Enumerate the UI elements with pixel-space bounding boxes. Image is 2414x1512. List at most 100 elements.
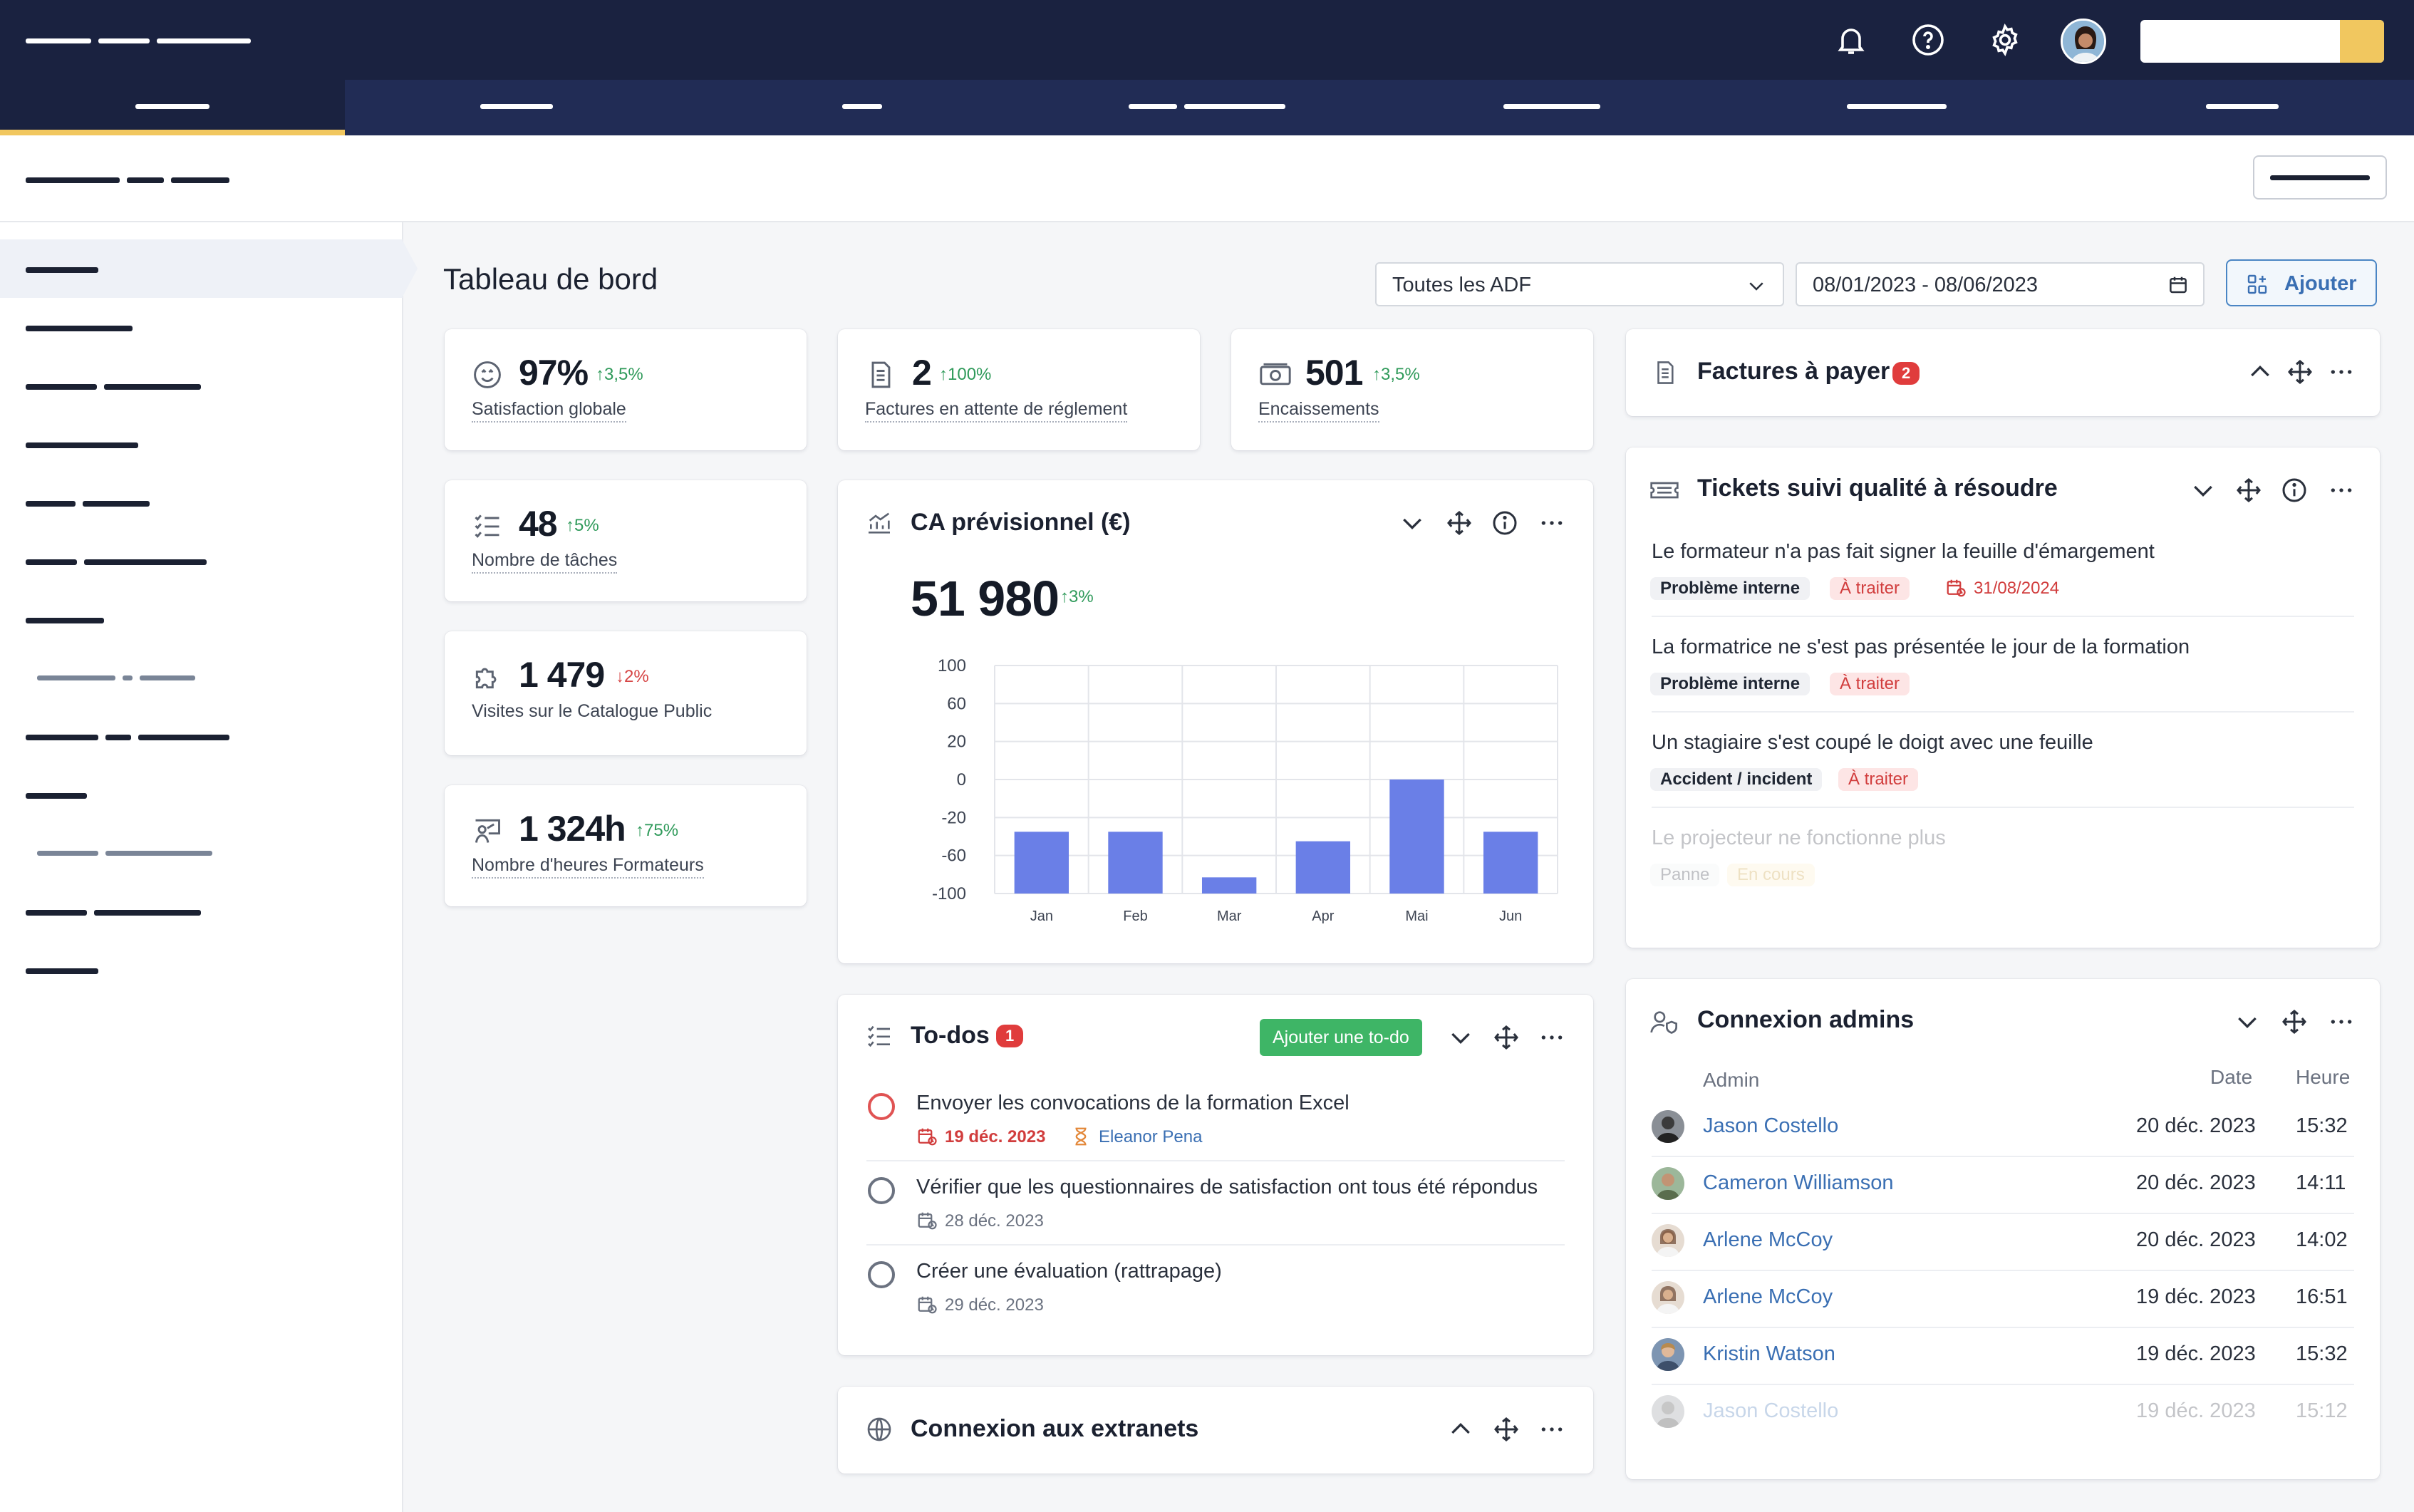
- more-icon[interactable]: [2327, 476, 2356, 504]
- admin-name[interactable]: Cameron Williamson: [1703, 1171, 1894, 1195]
- move-icon[interactable]: [2286, 358, 2314, 386]
- sidebar-item-11[interactable]: [0, 941, 403, 999]
- sidebar-item-2[interactable]: [0, 298, 403, 356]
- todo-checkbox[interactable]: [868, 1261, 895, 1288]
- tickets-card: Tickets suivi qualité à résoudre Le form…: [1626, 447, 2380, 948]
- todo-title: Vérifier que les questionnaires de satis…: [916, 1176, 1538, 1198]
- nav-tab-7[interactable]: [2069, 80, 2414, 135]
- admin-name[interactable]: Arlene McCoy: [1703, 1285, 1833, 1309]
- nav-tab-2[interactable]: [345, 80, 690, 135]
- user-avatar[interactable]: [2061, 19, 2106, 64]
- info-icon[interactable]: [1491, 509, 1519, 537]
- admin-name[interactable]: Kristin Watson: [1703, 1342, 1835, 1366]
- kpi-label: Encaissements: [1258, 399, 1379, 423]
- more-icon[interactable]: [2327, 358, 2356, 386]
- info-icon[interactable]: [2280, 476, 2309, 504]
- factures-count-badge: 2: [1892, 362, 1920, 385]
- kpi-card-satisfaction[interactable]: 97% ↑3,5% Satisfaction globale: [445, 329, 807, 450]
- kpi-card-factures[interactable]: 2 ↑100% Factures en attente de réglement: [838, 329, 1200, 450]
- more-icon[interactable]: [1538, 1023, 1566, 1052]
- add-todo-button[interactable]: Ajouter une to-do: [1260, 1019, 1422, 1056]
- gear-icon[interactable]: [1988, 23, 2022, 57]
- adf-select[interactable]: Toutes les ADF: [1375, 262, 1784, 306]
- chevron-up-icon[interactable]: [1446, 1415, 1475, 1444]
- sidebar-subitem-1[interactable]: [0, 648, 403, 707]
- ticket-title: Le formateur n'a pas fait signer la feui…: [1652, 540, 2155, 563]
- kpi-delta: ↑3,5%: [596, 365, 643, 384]
- admin-name[interactable]: Jason Costello: [1703, 1399, 1838, 1423]
- y-tick-label: 20: [947, 732, 966, 752]
- card-title: Tickets suivi qualité à résoudre: [1697, 475, 2058, 502]
- add-widget-label: Ajouter: [2284, 272, 2357, 295]
- ticket-status-tag: À traiter: [1830, 577, 1910, 600]
- sidebar-item-1[interactable]: [0, 239, 403, 298]
- ticket-title: Un stagiaire s'est coupé le doigt avec u…: [1652, 731, 2093, 754]
- chevron-up-icon[interactable]: [2246, 358, 2274, 386]
- x-tick-label: Jun: [1499, 908, 1522, 924]
- x-tick-label: Feb: [1123, 908, 1147, 924]
- chevron-down-icon[interactable]: [2189, 476, 2217, 504]
- chevron-down-icon[interactable]: [1398, 509, 1426, 537]
- nav-tab-4[interactable]: [1035, 80, 1379, 135]
- kpi-card-heures[interactable]: 1 324h ↑75% Nombre d'heures Formateurs: [445, 785, 807, 906]
- sidebar-item-8[interactable]: [0, 707, 403, 765]
- calendar-icon: [916, 1210, 938, 1231]
- todo-assignee[interactable]: Eleanor Pena: [1099, 1127, 1202, 1147]
- header-action-button[interactable]: [2253, 155, 2387, 200]
- kpi-label: Visites sur le Catalogue Public: [472, 701, 713, 721]
- move-icon[interactable]: [2280, 1008, 2309, 1036]
- help-icon[interactable]: [1911, 23, 1945, 57]
- move-icon[interactable]: [2234, 476, 2263, 504]
- nav-tab-1[interactable]: [0, 80, 345, 135]
- card-title: Connexion admins: [1697, 1006, 1915, 1033]
- kpi-card-encaissements[interactable]: 501 ↑3,5% Encaissements: [1231, 329, 1593, 450]
- more-icon[interactable]: [1538, 509, 1566, 537]
- more-icon[interactable]: [1538, 1415, 1566, 1444]
- ticket-icon: [1649, 476, 1680, 504]
- todo-checkbox[interactable]: [868, 1093, 895, 1120]
- workspace-switcher[interactable]: [2140, 20, 2384, 63]
- trainer-icon: [472, 815, 503, 846]
- add-widget-button[interactable]: Ajouter: [2226, 259, 2377, 306]
- move-icon[interactable]: [1445, 509, 1473, 537]
- sidebar-item-3[interactable]: [0, 356, 403, 415]
- sidebar-item-7[interactable]: [0, 590, 403, 648]
- kpi-card-taches[interactable]: 48 ↑5% Nombre de tâches: [445, 480, 807, 601]
- sidebar-item-4[interactable]: [0, 415, 403, 473]
- date-range-input[interactable]: 08/01/2023 - 08/06/2023: [1796, 262, 2205, 306]
- move-icon[interactable]: [1492, 1023, 1521, 1052]
- nav-tab-5[interactable]: [1379, 80, 1724, 135]
- ca-total: 51 980: [911, 571, 1060, 626]
- login-date: 20 déc. 2023: [2136, 1228, 2256, 1251]
- divider: [1652, 1156, 2354, 1157]
- login-time: 15:12: [2296, 1399, 2348, 1422]
- sidebar-item-6[interactable]: [0, 532, 403, 590]
- card-title: To-dos: [911, 1022, 990, 1049]
- bar-mar: [1201, 877, 1257, 894]
- widgets-icon: [2246, 273, 2269, 296]
- sidebar-item-10[interactable]: [0, 882, 403, 941]
- move-icon[interactable]: [1492, 1415, 1521, 1444]
- y-tick-label: -60: [941, 846, 966, 866]
- todo-checkbox[interactable]: [868, 1177, 895, 1204]
- nav-tab-6[interactable]: [1724, 80, 2069, 135]
- x-tick-label: Jan: [1030, 908, 1053, 924]
- y-tick-label: 0: [957, 770, 966, 789]
- card-title: Connexion aux extranets: [911, 1415, 1199, 1442]
- calendar-icon[interactable]: [2167, 274, 2189, 296]
- chevron-down-icon[interactable]: [1446, 1023, 1475, 1052]
- column-header-heure: Heure: [2296, 1066, 2351, 1088]
- kpi-label: Nombre d'heures Formateurs: [472, 855, 704, 879]
- nav-tab-3[interactable]: [690, 80, 1035, 135]
- chevron-down-icon[interactable]: [2233, 1008, 2262, 1036]
- bell-icon[interactable]: [1834, 23, 1868, 57]
- sidebar-item-5[interactable]: [0, 473, 403, 532]
- column-header-date: Date: [2210, 1066, 2253, 1088]
- sidebar-subitem-2[interactable]: [0, 824, 403, 882]
- admin-name[interactable]: Arlene McCoy: [1703, 1228, 1833, 1252]
- kpi-card-visites[interactable]: 1 479 ↓2% Visites sur le Catalogue Publi…: [445, 631, 807, 755]
- ca-previsionnel-card: CA prévisionnel (€) 51 980 ↑3% 100 60 20 0 -…: [838, 480, 1593, 963]
- more-icon[interactable]: [2327, 1008, 2356, 1036]
- sidebar-item-9[interactable]: [0, 765, 403, 824]
- admin-name[interactable]: Jason Costello: [1703, 1114, 1838, 1138]
